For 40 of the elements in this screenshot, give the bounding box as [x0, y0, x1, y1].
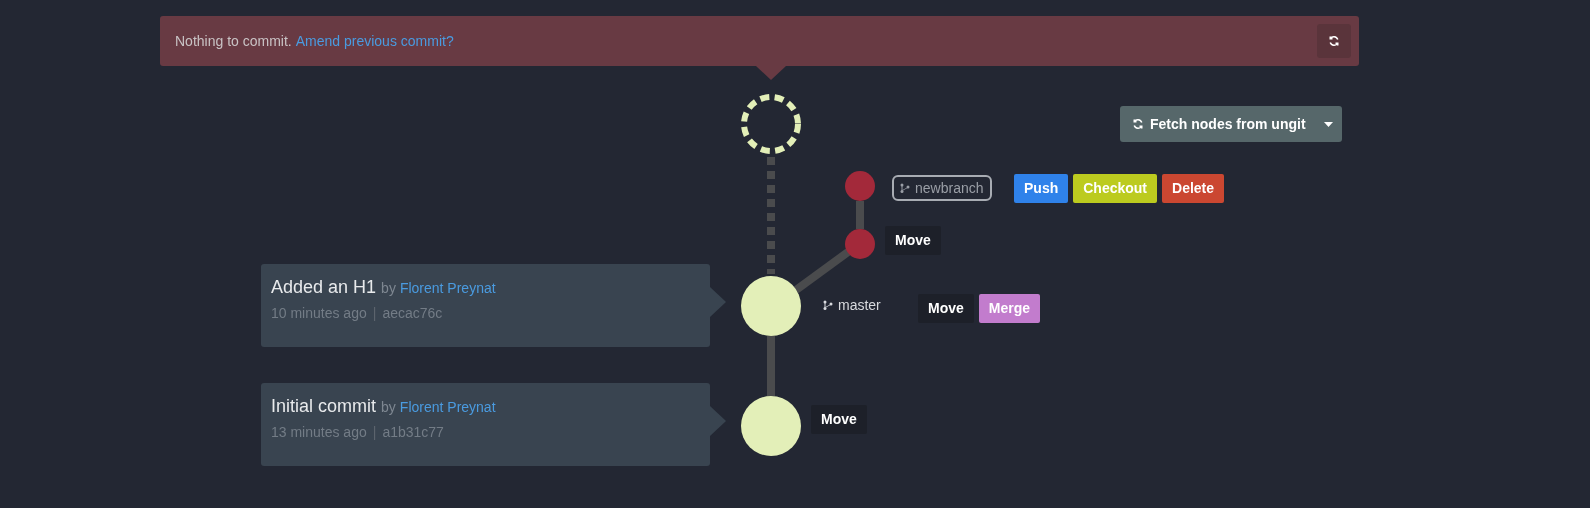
move-button[interactable]: Move: [918, 294, 974, 323]
move-button[interactable]: Move: [885, 226, 941, 255]
author-link[interactable]: Florent Preynat: [399, 399, 496, 415]
commit-node[interactable]: [845, 229, 875, 259]
caret-icon: [1323, 121, 1333, 127]
by-label: by: [381, 399, 396, 415]
amend-link[interactable]: Amend previous commit?: [295, 30, 454, 52]
commit-hash: a1b31c77: [382, 423, 444, 442]
author-link[interactable]: Florent Preynat: [399, 280, 496, 296]
card-pointer: [710, 287, 726, 317]
commit-node[interactable]: [845, 171, 875, 201]
delete-button[interactable]: Delete: [1162, 174, 1225, 203]
commit-time: 13 minutes ago: [271, 423, 367, 442]
commit-hash: aecac76c: [382, 304, 443, 323]
commit-title: Initial commit: [271, 396, 377, 416]
commit-card[interactable]: Initial commit by Florent Preynat 13 minutes ago | a1b31c77: [261, 383, 710, 466]
graph-edge: [856, 201, 864, 229]
separator: |: [372, 304, 377, 323]
by-label: by: [381, 280, 396, 296]
push-button[interactable]: Push: [1014, 174, 1069, 203]
branch-icon: [900, 183, 910, 193]
commit-node[interactable]: [741, 396, 801, 456]
merge-button[interactable]: Merge: [978, 294, 1041, 323]
commit-title: Added an H1: [271, 277, 377, 297]
graph-edge: [767, 336, 775, 396]
card-pointer: [710, 406, 726, 436]
commit-card[interactable]: Added an H1 by Florent Preynat 10 minutes ago | aecac76c: [261, 264, 710, 347]
graph-edge: [793, 248, 851, 294]
move-button[interactable]: Move: [811, 405, 867, 434]
branch-tag[interactable]: master: [815, 292, 889, 318]
refresh-icon: [1132, 118, 1144, 130]
alert-message: Nothing to commit.: [175, 31, 292, 51]
separator: |: [372, 423, 377, 442]
refresh-icon: [1328, 35, 1340, 47]
branch-tag[interactable]: newbranch: [892, 175, 992, 201]
branch-icon: [823, 300, 833, 310]
commit-node[interactable]: [741, 276, 801, 336]
refresh-button[interactable]: [1317, 24, 1351, 58]
placeholder-node[interactable]: [741, 94, 801, 154]
commit-time: 10 minutes ago: [271, 304, 367, 323]
